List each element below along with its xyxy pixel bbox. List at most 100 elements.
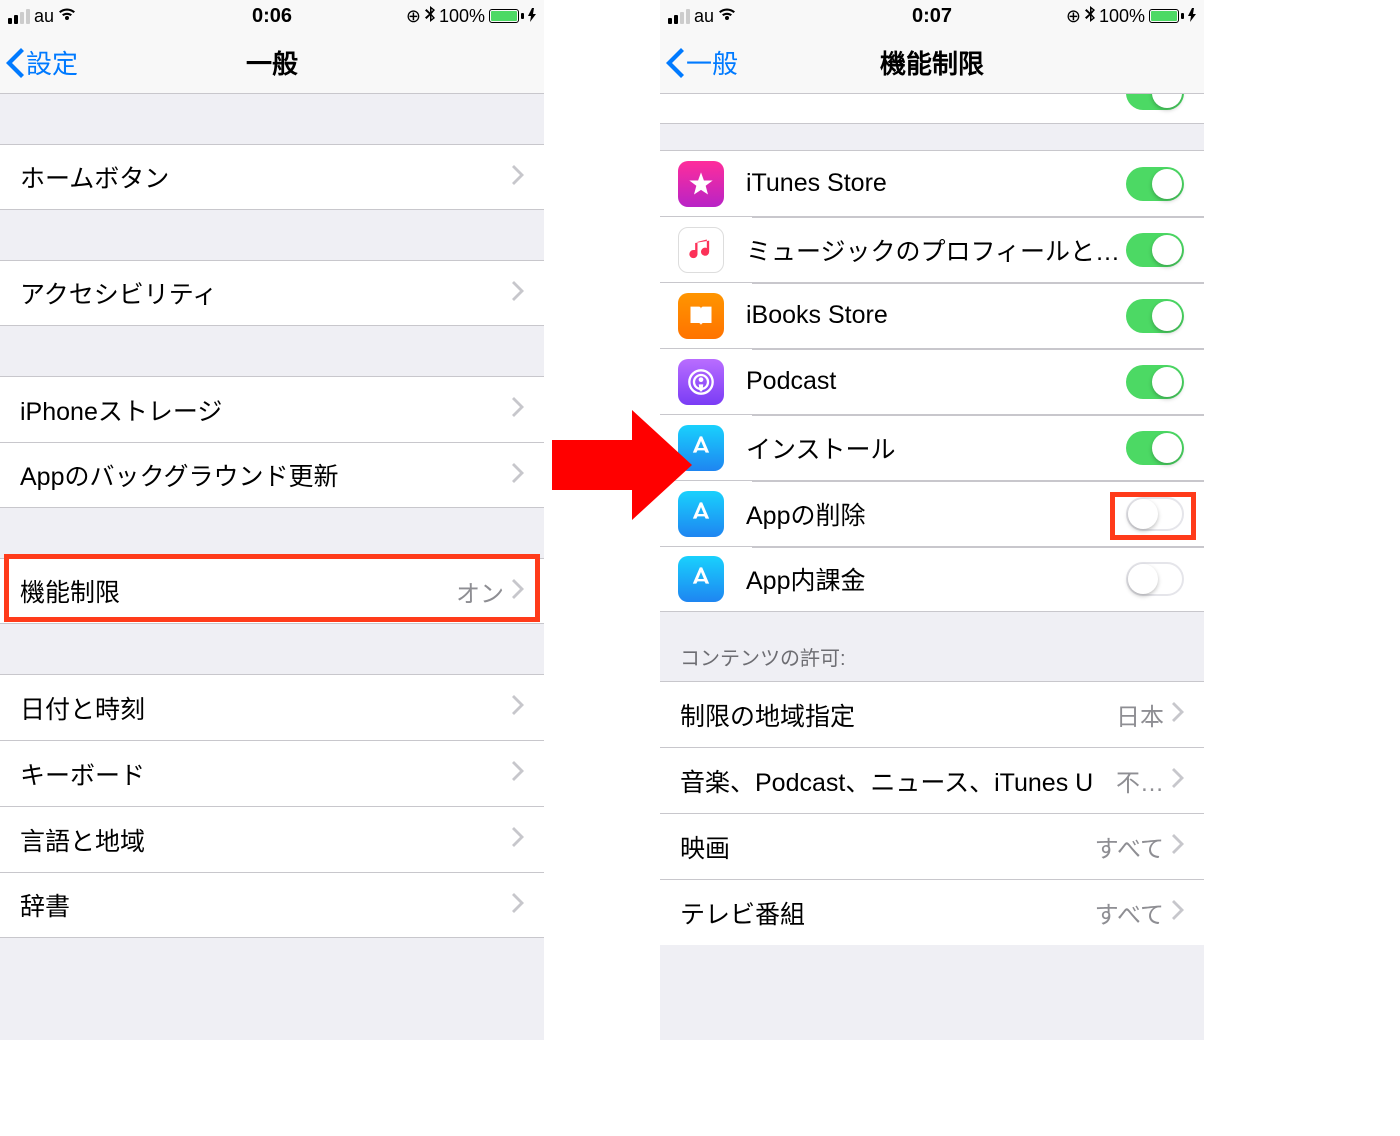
- ibooks-icon: [678, 293, 724, 339]
- signal-icon: [8, 9, 30, 24]
- row-value: オン: [456, 574, 504, 609]
- nav-bar: 設定 一般: [0, 32, 544, 94]
- row-label: 機能制限: [20, 573, 456, 609]
- status-bar: au 0:06 ⊕ 100%: [0, 0, 544, 32]
- status-left: au: [8, 6, 76, 27]
- carrier-label: au: [694, 6, 714, 27]
- row-language-region[interactable]: 言語と地域: [0, 806, 544, 872]
- row-label: 音楽、Podcast、ニュース、iTunes U: [680, 763, 1116, 799]
- toggle-switch[interactable]: [1126, 167, 1184, 201]
- page-title: 一般: [246, 44, 298, 81]
- row-label: App内課金: [746, 561, 1126, 597]
- charging-icon: [1188, 6, 1196, 27]
- charging-icon: [528, 6, 536, 27]
- row-label: iPhoneストレージ: [20, 392, 512, 428]
- chevron-right-icon: [1172, 700, 1184, 729]
- row-iphone-storage[interactable]: iPhoneストレージ: [0, 376, 544, 442]
- chevron-right-icon: [512, 461, 524, 490]
- back-button[interactable]: 一般: [666, 44, 738, 81]
- row-dictionary[interactable]: 辞書: [0, 872, 544, 938]
- row-label: iTunes Store: [746, 169, 1126, 198]
- chevron-right-icon: [512, 577, 524, 606]
- toggle-switch[interactable]: [1126, 562, 1184, 596]
- toggle-switch[interactable]: [1126, 233, 1184, 267]
- chevron-right-icon: [512, 759, 524, 788]
- itunes-store-icon: [678, 161, 724, 207]
- chevron-right-icon: [1172, 766, 1184, 795]
- row-install-apps: インストール: [660, 414, 1204, 480]
- phone-general-settings: au 0:06 ⊕ 100% 設定 一般 ホ: [0, 0, 544, 1040]
- settings-list: ホームボタン アクセシビリティ iPhoneストレージ Appのバックグラウンド…: [0, 94, 544, 988]
- back-button[interactable]: 設定: [6, 44, 78, 81]
- row-label: テレビ番組: [680, 895, 1095, 931]
- row-label: iBooks Store: [746, 301, 1126, 330]
- toggle-switch[interactable]: [1126, 299, 1184, 333]
- row-label: 日付と時刻: [20, 690, 512, 726]
- row-music-profile: ミュージックのプロフィールと…: [660, 216, 1204, 282]
- podcast-icon: [678, 359, 724, 405]
- row-value: 日本: [1116, 697, 1164, 732]
- chevron-right-icon: [512, 891, 524, 920]
- row-label: ミュージックのプロフィールと…: [746, 232, 1126, 268]
- row-movies[interactable]: 映画 すべて: [660, 813, 1204, 879]
- app-store-icon: [678, 556, 724, 602]
- orientation-lock-icon: ⊕: [406, 6, 421, 27]
- battery-icon: [1149, 9, 1184, 23]
- chevron-right-icon: [512, 395, 524, 424]
- toggle-switch[interactable]: [1126, 431, 1184, 465]
- signal-icon: [668, 9, 690, 24]
- chevron-right-icon: [512, 825, 524, 854]
- restrictions-list: iTunes Store ミュージックのプロフィールと… iBooks Stor…: [660, 94, 1204, 945]
- bluetooth-icon: [1085, 6, 1095, 27]
- row-label: Appの削除: [746, 496, 1126, 532]
- row-music-podcast-news[interactable]: 音楽、Podcast、ニュース、iTunes U 不…: [660, 747, 1204, 813]
- status-bar: au 0:07 ⊕ 100%: [660, 0, 1204, 32]
- row-label: 言語と地域: [20, 822, 512, 858]
- row-accessibility[interactable]: アクセシビリティ: [0, 260, 544, 326]
- row-label: 映画: [680, 829, 1095, 865]
- chevron-right-icon: [1172, 898, 1184, 927]
- status-right: ⊕ 100%: [1066, 6, 1196, 27]
- row-partial-top: [660, 94, 1204, 124]
- arrow-annotation: [552, 410, 692, 520]
- status-left: au: [668, 6, 736, 27]
- back-label: 設定: [26, 44, 78, 81]
- page-title: 機能制限: [880, 44, 984, 81]
- chevron-right-icon: [512, 163, 524, 192]
- chevron-right-icon: [1172, 832, 1184, 861]
- clock: 0:06: [252, 5, 292, 28]
- row-value: 不…: [1116, 763, 1164, 798]
- row-in-app-purchase: App内課金: [660, 546, 1204, 612]
- row-label: アクセシビリティ: [20, 275, 512, 311]
- row-label: キーボード: [20, 756, 512, 792]
- row-background-refresh[interactable]: Appのバックグラウンド更新: [0, 442, 544, 508]
- battery-icon: [489, 9, 524, 23]
- row-restrictions[interactable]: 機能制限 オン: [0, 558, 544, 624]
- toggle-switch[interactable]: [1126, 497, 1184, 531]
- clock: 0:07: [912, 5, 952, 28]
- row-label: Appのバックグラウンド更新: [20, 457, 512, 493]
- chevron-right-icon: [512, 279, 524, 308]
- phone-restrictions: au 0:07 ⊕ 100% 一般 機能制限: [660, 0, 1204, 1040]
- row-value: すべて: [1095, 829, 1164, 864]
- toggle-switch[interactable]: [1126, 94, 1184, 110]
- toggle-switch[interactable]: [1126, 365, 1184, 399]
- bluetooth-icon: [425, 6, 435, 27]
- music-icon: [678, 227, 724, 273]
- row-keyboard[interactable]: キーボード: [0, 740, 544, 806]
- row-ibooks-store: iBooks Store: [660, 282, 1204, 348]
- status-right: ⊕ 100%: [406, 6, 536, 27]
- row-podcast: Podcast: [660, 348, 1204, 414]
- section-header-content: コンテンツの許可:: [660, 612, 1204, 681]
- row-date-time[interactable]: 日付と時刻: [0, 674, 544, 740]
- carrier-label: au: [34, 6, 54, 27]
- row-delete-apps: Appの削除: [660, 480, 1204, 546]
- row-label: インストール: [746, 430, 1126, 466]
- wifi-icon: [718, 7, 736, 26]
- row-region-restriction[interactable]: 制限の地域指定 日本: [660, 681, 1204, 747]
- row-home-button[interactable]: ホームボタン: [0, 144, 544, 210]
- battery-percent: 100%: [1099, 6, 1145, 27]
- row-value: すべて: [1095, 895, 1164, 930]
- row-tv[interactable]: テレビ番組 すべて: [660, 879, 1204, 945]
- row-label: ホームボタン: [20, 159, 512, 195]
